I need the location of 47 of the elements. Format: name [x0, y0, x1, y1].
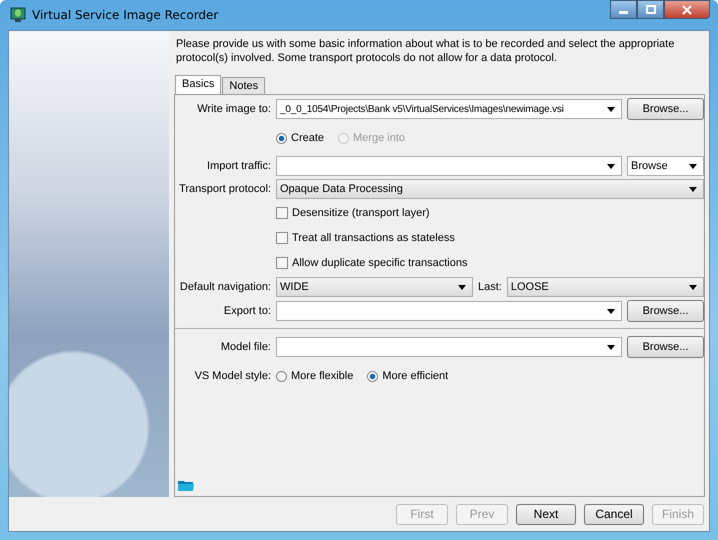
tab[interactable]: Basics: [175, 75, 222, 94]
intro-text: Please provide us with some basic information about what is to be recorded and select the appropriate protocol(s) involved. Some transport protocols do not allow for a data protocol.: [176, 37, 676, 65]
checkbox-option[interactable]: Allow duplicate specific transactions: [276, 252, 704, 274]
close-icon: [682, 4, 692, 14]
protocol-dropdown[interactable]: Opaque Data Processing: [276, 179, 704, 199]
path-combo[interactable]: _0_0_1054\Projects\Bank v5\VirtualServices\Images\newimage.vsi: [276, 99, 622, 119]
checkbox-option[interactable]: Desensitize (transport layer): [276, 202, 704, 224]
app-icon: [10, 7, 26, 23]
caret-icon: [607, 308, 615, 314]
maximize-button[interactable]: [637, 0, 664, 19]
caret-icon: [689, 186, 697, 192]
radio-option[interactable]: More efficient: [367, 370, 448, 382]
close-button[interactable]: [664, 0, 710, 19]
caret-icon: [689, 164, 697, 168]
export-combo[interactable]: [276, 301, 622, 321]
field-label: Import traffic:: [206, 160, 271, 172]
browse-button[interactable]: Browse...: [627, 300, 704, 322]
field-label: Last:: [478, 281, 502, 293]
caret-icon: [689, 284, 697, 290]
caret-icon: [607, 106, 615, 112]
traffic-combo[interactable]: [276, 156, 622, 176]
window-title: Virtual Service Image Recorder: [32, 8, 218, 22]
field-label: Write image to:: [196, 103, 271, 115]
caret-icon: [607, 344, 615, 350]
field-label: Default navigation:: [178, 281, 271, 293]
folder-icon[interactable]: [178, 479, 194, 492]
model-combo[interactable]: [276, 337, 622, 357]
caret-icon: [607, 164, 615, 168]
radio-option[interactable]: Create: [276, 132, 324, 144]
minimize-icon: [619, 11, 628, 14]
radio-option[interactable]: More flexible: [276, 370, 354, 382]
last-dropdown[interactable]: LOOSE: [506, 277, 704, 297]
tab[interactable]: Notes: [222, 77, 266, 94]
browse-button[interactable]: Browse...: [627, 98, 704, 120]
browse-dropdown[interactable]: Browse: [627, 156, 704, 176]
field-label: Model file:: [220, 341, 271, 353]
field-label: Transport protocol:: [178, 183, 271, 195]
minimize-button[interactable]: [610, 0, 637, 19]
checkbox-option[interactable]: Treat all transactions as stateless: [276, 227, 704, 249]
browse-button[interactable]: Browse...: [627, 336, 704, 358]
field-label: Export to:: [222, 305, 271, 317]
navigation-dropdown[interactable]: WIDE: [276, 277, 473, 297]
caret-icon: [458, 284, 466, 290]
field-label: VS Model style:: [194, 370, 271, 382]
wizard-button[interactable]: Next: [516, 504, 576, 524]
wizard-button[interactable]: Cancel: [584, 504, 644, 524]
maximize-icon: [646, 4, 656, 14]
